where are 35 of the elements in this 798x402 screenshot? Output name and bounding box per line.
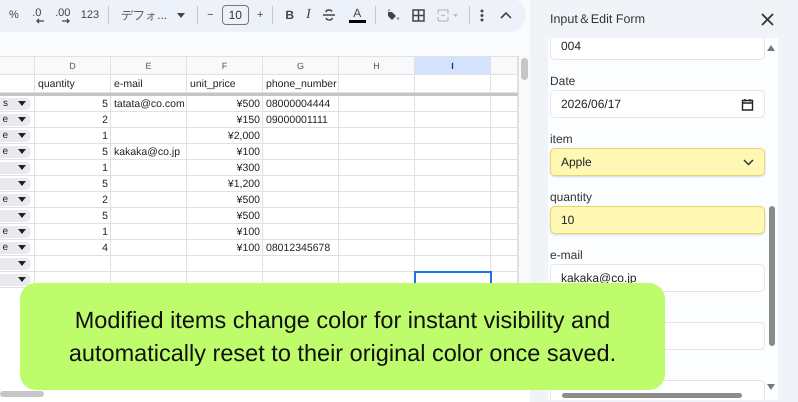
table-cell: 2 xyxy=(102,194,108,206)
table-cell: 1 xyxy=(102,162,108,174)
table-cell: 5 xyxy=(102,98,108,110)
table-cell: 1 xyxy=(102,226,108,238)
table-cell: 1 xyxy=(102,130,108,142)
header-cell: unit_price xyxy=(190,78,236,90)
table-cell: ¥1,200 xyxy=(228,178,260,190)
table-cell: ¥100 xyxy=(236,226,260,238)
field-label: Date xyxy=(550,74,576,88)
table-cell: 08012345678 xyxy=(266,242,330,254)
table-cell: ¥100 xyxy=(236,242,260,254)
table-cell: kakaka@co.jp xyxy=(114,146,180,158)
header-cell: phone_number xyxy=(266,78,337,90)
table-cell: ¥300 xyxy=(236,162,260,174)
table-cell: tatata@co.com xyxy=(114,98,185,110)
table-cell: 09000001111 xyxy=(266,114,328,126)
table-cell: 5 xyxy=(102,178,108,190)
callout-tooltip: Modified items change color for instant visibility and automatically reset to their original color once saved. xyxy=(20,283,665,390)
table-cell: ¥2,000 xyxy=(228,130,260,142)
table-cell: ¥500 xyxy=(236,194,260,206)
header-cell: e-mail xyxy=(114,78,143,90)
table-cell: ¥100 xyxy=(236,146,260,158)
panel-title: Input＆Edit Form xyxy=(550,10,645,28)
table-cell: ¥500 xyxy=(236,210,260,222)
table-cell: 2 xyxy=(102,114,108,126)
table-cell: 4 xyxy=(102,242,108,254)
table-cell: 5 xyxy=(102,146,108,158)
field-label: e-mail xyxy=(550,248,583,262)
field-label: quantity xyxy=(550,190,592,204)
table-cell: ¥500 xyxy=(236,98,260,110)
field-label: item xyxy=(550,132,573,146)
table-cell: ¥150 xyxy=(236,114,260,126)
header-cell: quantity xyxy=(38,78,75,90)
table-cell: 5 xyxy=(102,210,108,222)
table-cell: 08000004444 xyxy=(266,98,330,110)
